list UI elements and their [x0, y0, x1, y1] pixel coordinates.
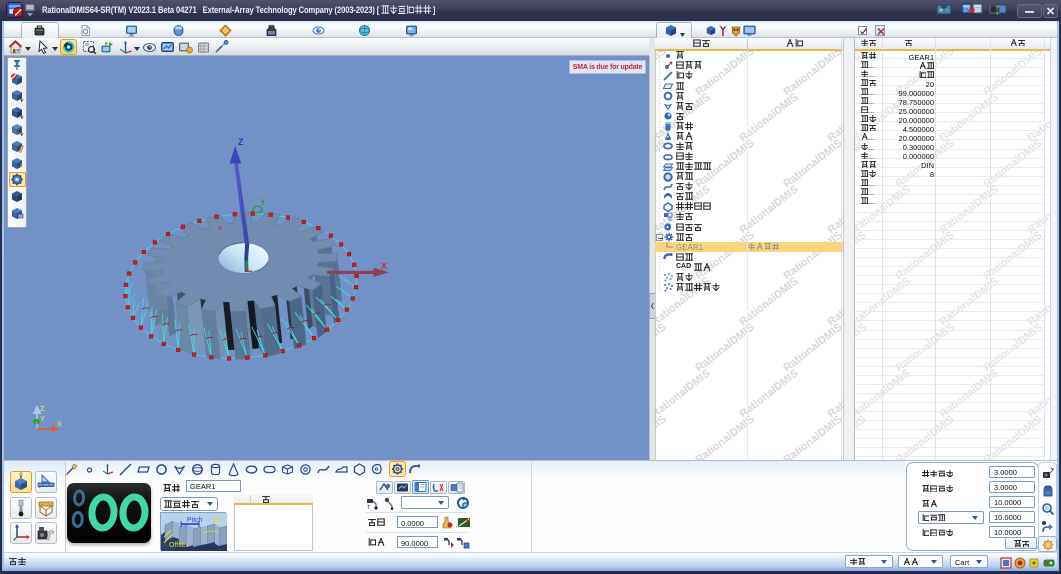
- svg-text:Z: Z: [40, 404, 45, 413]
- svg-text:RationalDMIS: RationalDMIS: [781, 229, 843, 282]
- svg-text:RationalDMIS: RationalDMIS: [655, 367, 713, 420]
- svg-text:Offset: Offset: [169, 542, 188, 549]
- svg-text:Y: Y: [260, 198, 266, 207]
- svg-text:RationalDMIS: RationalDMIS: [781, 50, 843, 98]
- svg-text:27: 27: [964, 8, 970, 14]
- svg-text:Y: Y: [40, 414, 45, 423]
- svg-text:X: X: [57, 420, 62, 429]
- svg-text:Pitch: Pitch: [187, 517, 203, 524]
- svg-text:Z: Z: [238, 137, 244, 147]
- svg-text:RationalDMIS: RationalDMIS: [781, 137, 843, 190]
- svg-text:RationalDMIS: RationalDMIS: [655, 413, 669, 460]
- svg-text:T: T: [367, 505, 370, 510]
- svg-text:RationalDMIS: RationalDMIS: [655, 321, 669, 374]
- svg-text:X: X: [381, 261, 387, 271]
- svg-text:RationalDMIS: RationalDMIS: [781, 321, 843, 374]
- svg-text:RationalDMIS: RationalDMIS: [781, 413, 843, 460]
